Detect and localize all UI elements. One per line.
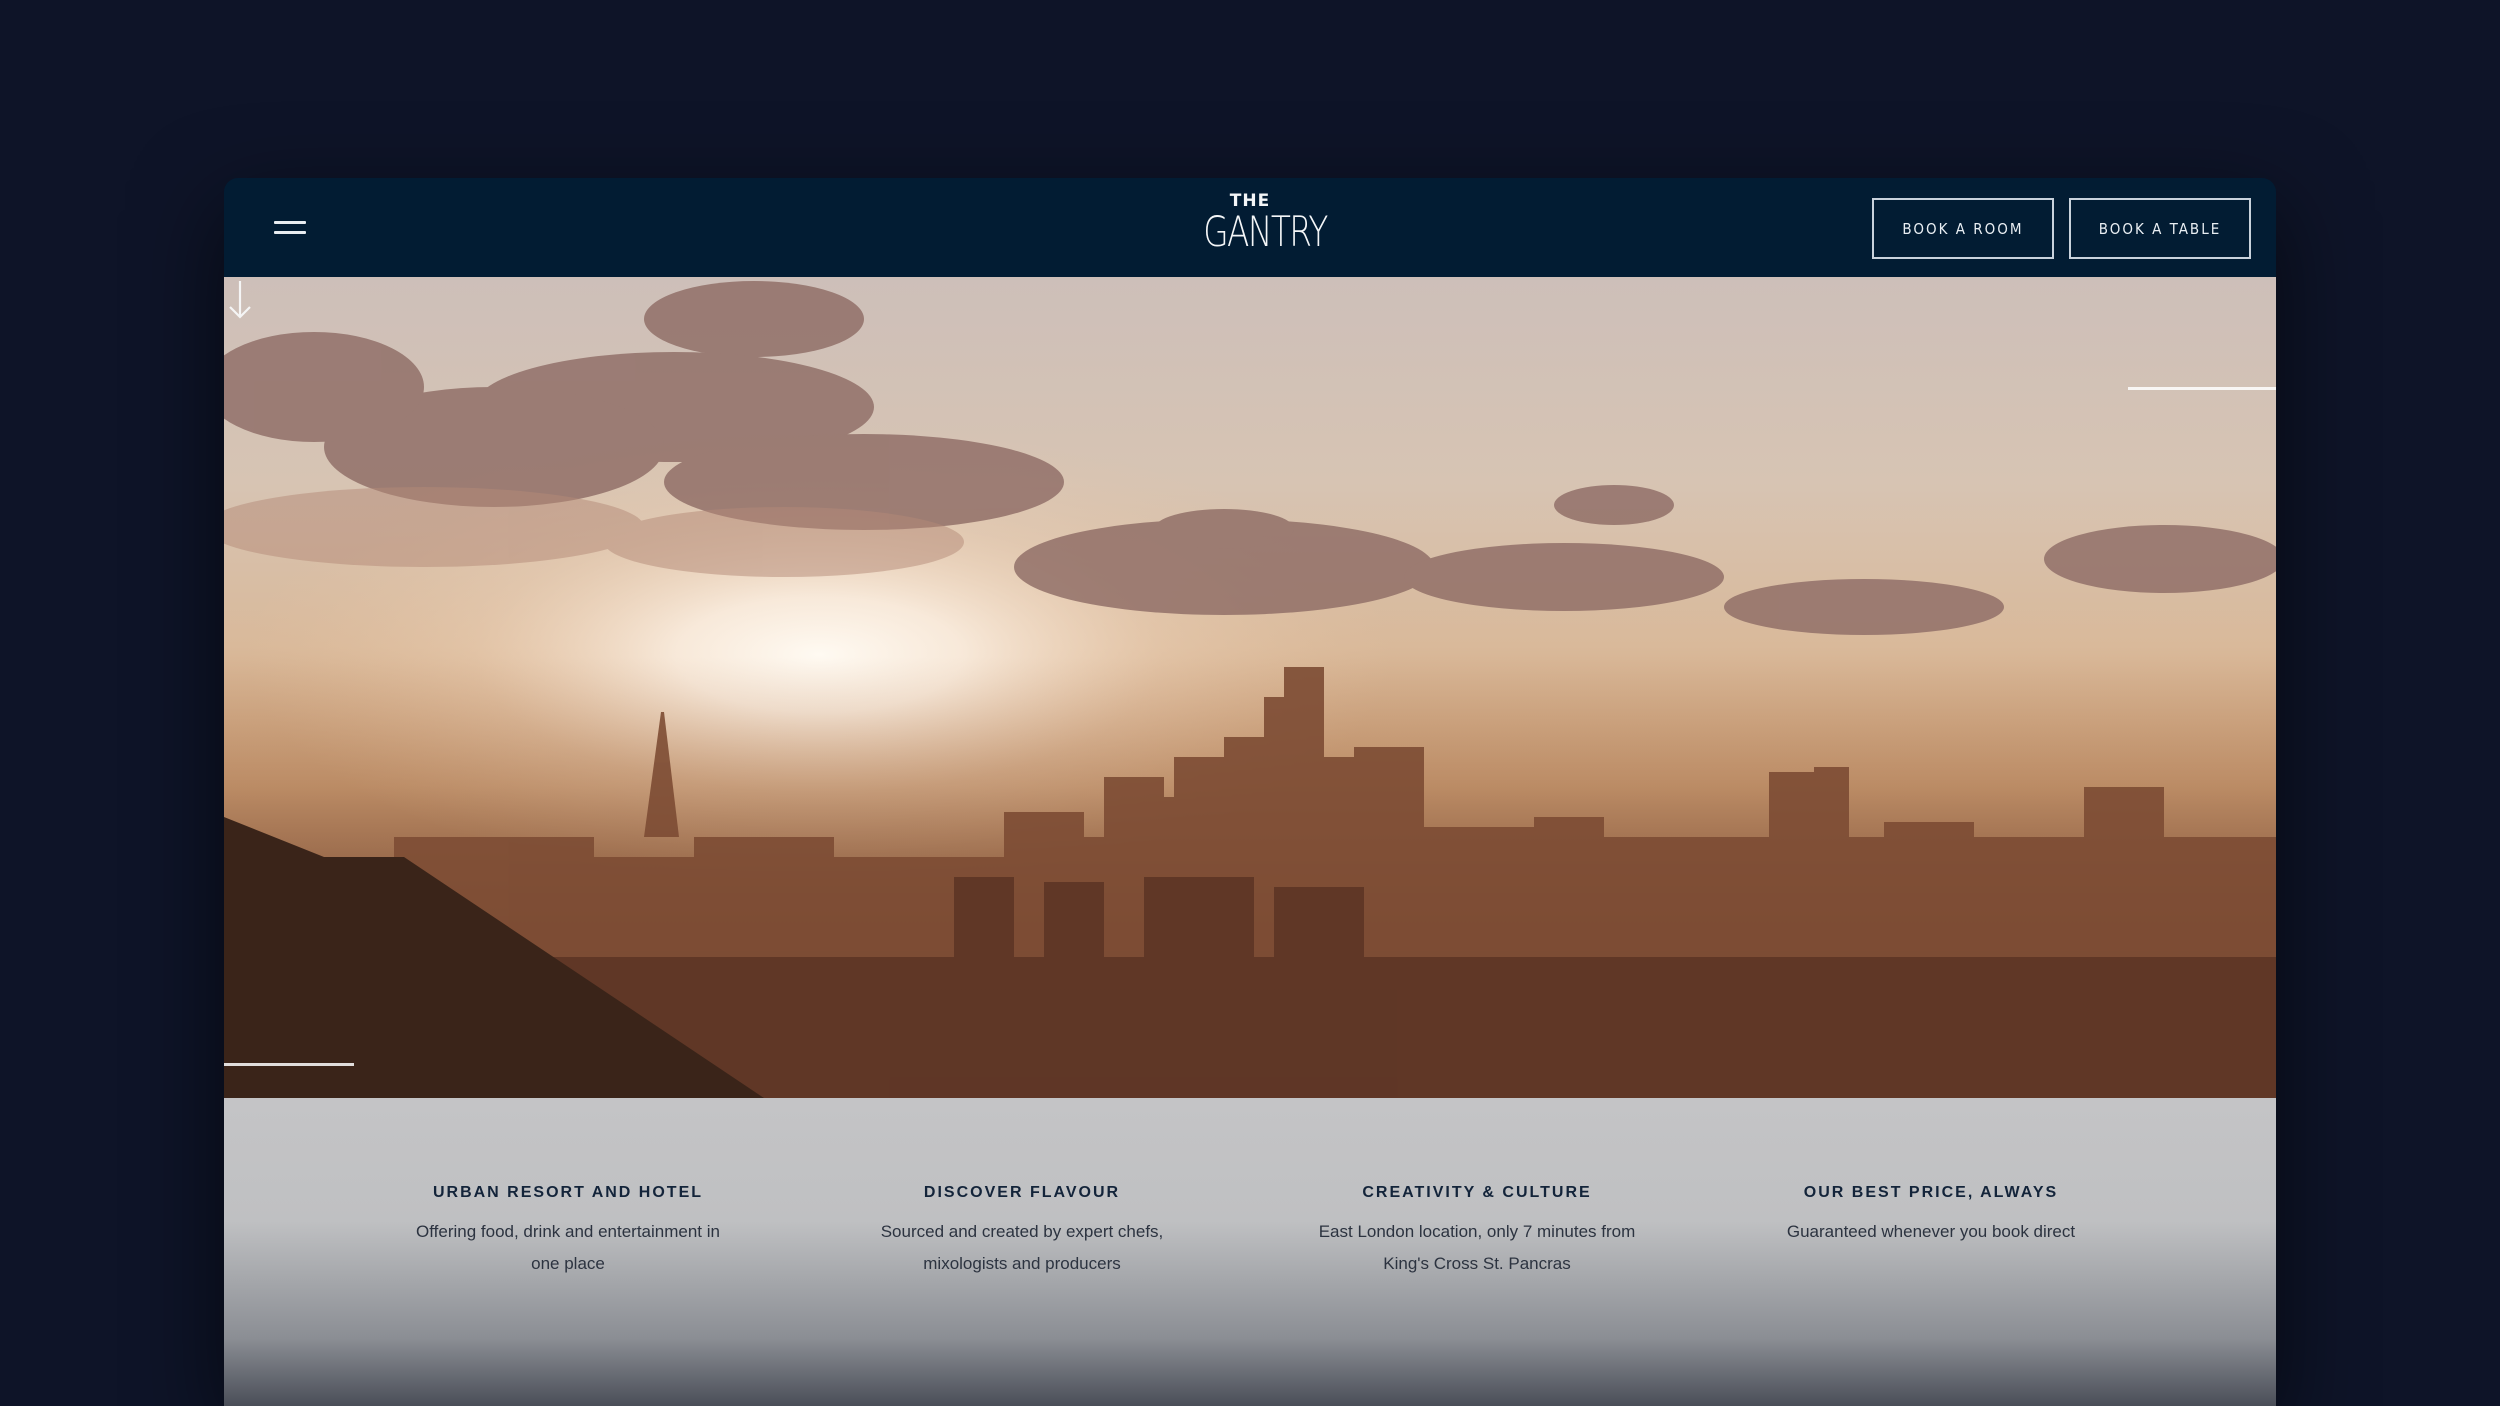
arrow-down-icon[interactable] xyxy=(224,277,256,325)
feature-description: Guaranteed whenever you book direct xyxy=(1786,1222,2076,1241)
feature-description: East London location, only 7 minutes fro… xyxy=(1318,1222,1636,1273)
feature-urban-resort: URBAN RESORT AND HOTEL Offering food, dr… xyxy=(378,1184,758,1280)
feature-description: Offering food, drink and entertainment i… xyxy=(416,1222,720,1273)
feature-title: DISCOVER FLAVOUR xyxy=(923,1184,1121,1201)
menu-line xyxy=(274,221,306,224)
slide-progress-bar xyxy=(224,1063,354,1066)
skyline-illustration xyxy=(224,277,2276,1098)
brand-logo[interactable]: THE GANTRY xyxy=(1190,192,1328,268)
menu-line xyxy=(274,231,306,234)
feature-creativity-culture: CREATIVITY & CULTURE East London locatio… xyxy=(1287,1184,1667,1280)
feature-title: OUR BEST PRICE, ALWAYS xyxy=(1803,1184,2059,1201)
slide-progress-bar xyxy=(2128,387,2276,390)
logo-wordmark: GANTRY xyxy=(1203,207,1328,256)
book-table-button[interactable]: BOOK A TABLE xyxy=(2069,198,2251,259)
hero-video xyxy=(224,277,2276,1098)
feature-title: URBAN RESORT AND HOTEL xyxy=(432,1184,704,1201)
book-room-button[interactable]: BOOK A ROOM xyxy=(1872,198,2054,259)
feature-description: Sourced and created by expert chefs, mixo… xyxy=(880,1222,1164,1273)
hamburger-menu-icon[interactable] xyxy=(270,212,310,244)
feature-best-price: OUR BEST PRICE, ALWAYS Guaranteed whenev… xyxy=(1741,1184,2121,1248)
feature-discover-flavour: DISCOVER FLAVOUR Sourced and created by … xyxy=(832,1184,1212,1280)
website-frame: THE GANTRY BOOK A ROOM BOOK A TABLE URBA… xyxy=(224,178,2276,1406)
site-header: THE GANTRY BOOK A ROOM BOOK A TABLE xyxy=(224,178,2276,277)
features-strip: URBAN RESORT AND HOTEL Offering food, dr… xyxy=(224,1098,2276,1406)
feature-title: CREATIVITY & CULTURE xyxy=(1362,1184,1592,1201)
